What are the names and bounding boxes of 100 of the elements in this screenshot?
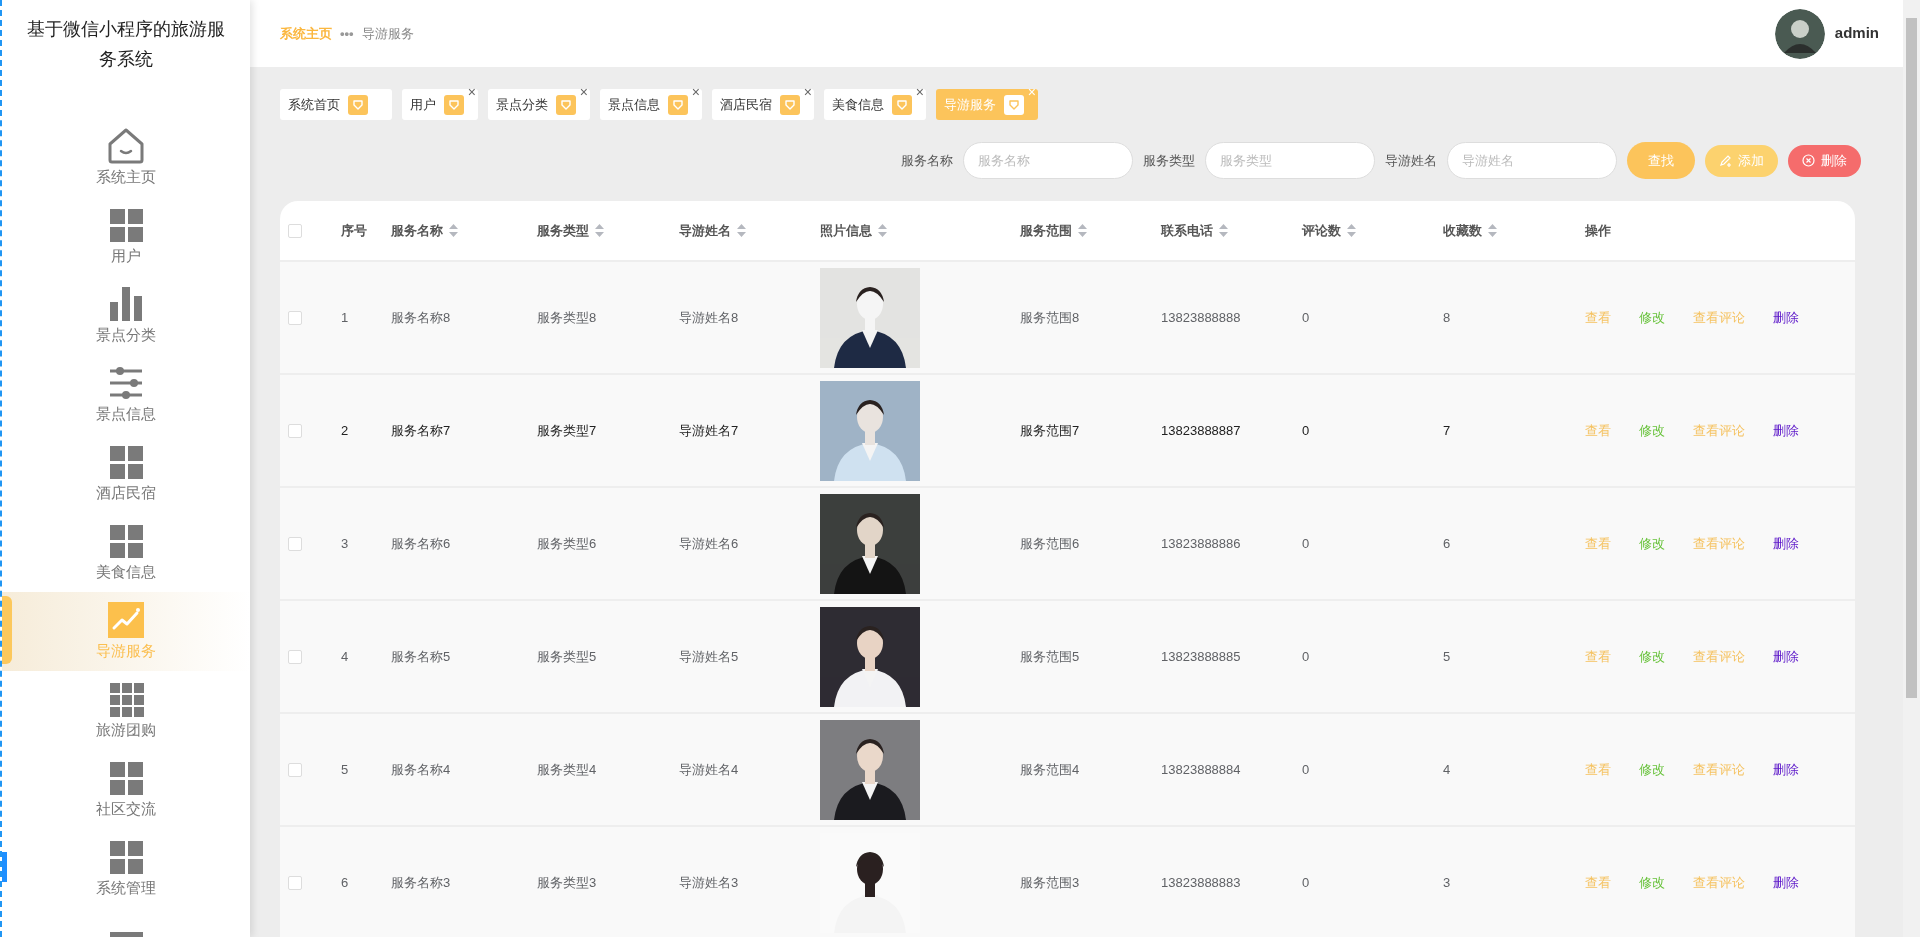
sort-icon[interactable] [878,223,887,237]
sort-icon[interactable] [1219,223,1228,237]
delete-link[interactable]: 删除 [1773,533,1799,554]
trend-chart-icon [106,600,146,641]
menu-item[interactable]: 景点信息 [2,355,250,434]
app-title: 基于微信小程序的旅游服务系统 [26,18,226,71]
delete-link[interactable]: 删除 [1773,759,1799,780]
menu-item[interactable]: 酒店民宿 [2,434,250,513]
tag-icon [780,94,800,115]
column-header: 照片信息 [820,222,872,238]
table-cell: 服务范围7 [1019,374,1160,487]
menu-item[interactable]: 景点分类 [2,276,250,355]
table-cell: 5 [1442,600,1584,713]
menu-item[interactable]: 美食信息 [2,513,250,592]
delete-button[interactable]: 删除 [1788,144,1861,177]
checkbox[interactable] [288,311,302,326]
sort-icon[interactable] [449,223,458,237]
column-header: 序号 [341,222,367,238]
tag-icon [1004,94,1024,115]
menu-item[interactable]: 系统管理 [2,829,250,908]
delete-link[interactable]: 删除 [1773,872,1799,893]
tag-icon [668,94,688,115]
table-cell: 13823888887 [1160,374,1301,487]
search-field[interactable]: 导游姓名 [1447,142,1617,179]
menu-item[interactable]: 旅游团购 [2,671,250,750]
tag-icon [556,94,576,115]
checkbox[interactable] [288,224,302,239]
column-header: 导游姓名 [679,222,731,238]
sort-icon[interactable] [595,223,604,237]
checkbox[interactable] [288,424,302,439]
table-cell: 13823888883 [1160,826,1301,937]
tab[interactable]: 酒店民宿 × [712,89,814,120]
field-label: 服务名称 [901,151,953,170]
table-cell: 服务名称5 [390,600,536,713]
column-header: 服务类型 [537,222,589,238]
tab[interactable]: 景点信息 × [600,89,702,120]
checkbox[interactable] [288,763,302,778]
table-cell: 0 [1301,713,1442,826]
table-cell: 导游姓名7 [678,374,819,487]
sort-icon[interactable] [1488,223,1497,237]
table-cell: 服务类型8 [536,261,678,374]
search-field[interactable]: 服务名称 [963,142,1133,179]
table-cell: 7 [1442,374,1584,487]
home-icon [106,126,146,167]
table-cell: 服务名称3 [390,826,536,937]
breadcrumb-item: 导游服务 [361,24,414,43]
username[interactable]: admin [1834,22,1879,45]
checkbox[interactable] [288,876,302,891]
pencil-icon [1719,154,1732,167]
field-label: 服务类型 [1143,151,1195,170]
table-cell: 8 [1442,261,1584,374]
table-cell: 服务范围5 [1019,600,1160,713]
tab[interactable]: 系统首页 [280,89,392,120]
table-cell: 13823888886 [1160,487,1301,600]
field-label: 导游姓名 [1385,151,1437,170]
table-cell: 1 [340,261,390,374]
collapse-handle[interactable] [2,596,12,664]
table-cell: 服务范围8 [1019,261,1160,374]
table-cell: 13823888888 [1160,261,1301,374]
scrollbar[interactable] [1903,0,1920,937]
delete-link[interactable]: 删除 [1773,420,1799,441]
table-cell: 导游姓名3 [678,826,819,937]
table-cell: 服务范围3 [1019,826,1160,937]
table-cell: 服务名称4 [390,713,536,826]
avatar[interactable] [1774,8,1825,59]
breadcrumb-separator: ••• [340,24,354,43]
table-cell: 服务范围4 [1019,713,1160,826]
delete-link[interactable]: 删除 [1773,307,1799,328]
delete-link[interactable]: 删除 [1773,646,1799,667]
column-header: 收藏数 [1443,222,1482,238]
table-cell: 13823888885 [1160,600,1301,713]
table-cell: 服务类型7 [536,374,678,487]
checkbox[interactable] [288,650,302,665]
sort-icon[interactable] [1347,223,1356,237]
menu-item[interactable]: 用户 [2,197,250,276]
table-cell: 服务类型5 [536,600,678,713]
menu-item[interactable]: 系统主页 [2,118,250,197]
sort-icon[interactable] [1078,223,1087,237]
table-cell: 服务名称7 [390,374,536,487]
table-cell: 服务范围6 [1019,487,1160,600]
table-cell: 服务类型3 [536,826,678,937]
table-cell: 服务名称6 [390,487,536,600]
tab[interactable]: 景点分类 × [488,89,590,120]
table-cell: 6 [340,826,390,937]
table-cell: 服务类型4 [536,713,678,826]
column-header: 服务名称 [391,222,443,238]
sort-icon[interactable] [737,223,746,237]
table-cell: 4 [340,600,390,713]
table-cell: 0 [1301,826,1442,937]
checkbox[interactable] [288,537,302,552]
column-header: 联系电话 [1161,222,1213,238]
tab[interactable]: 用户 × [402,89,478,120]
tag-icon [892,94,912,115]
tab[interactable]: 美食信息 × [824,89,926,120]
search-field[interactable]: 服务类型 [1205,142,1375,179]
menu-item[interactable]: 社区交流 [2,750,250,829]
column-header: 服务范围 [1020,222,1072,238]
table-cell: 导游姓名8 [678,261,819,374]
table-cell: 导游姓名5 [678,600,819,713]
close-circle-icon [1802,154,1815,167]
